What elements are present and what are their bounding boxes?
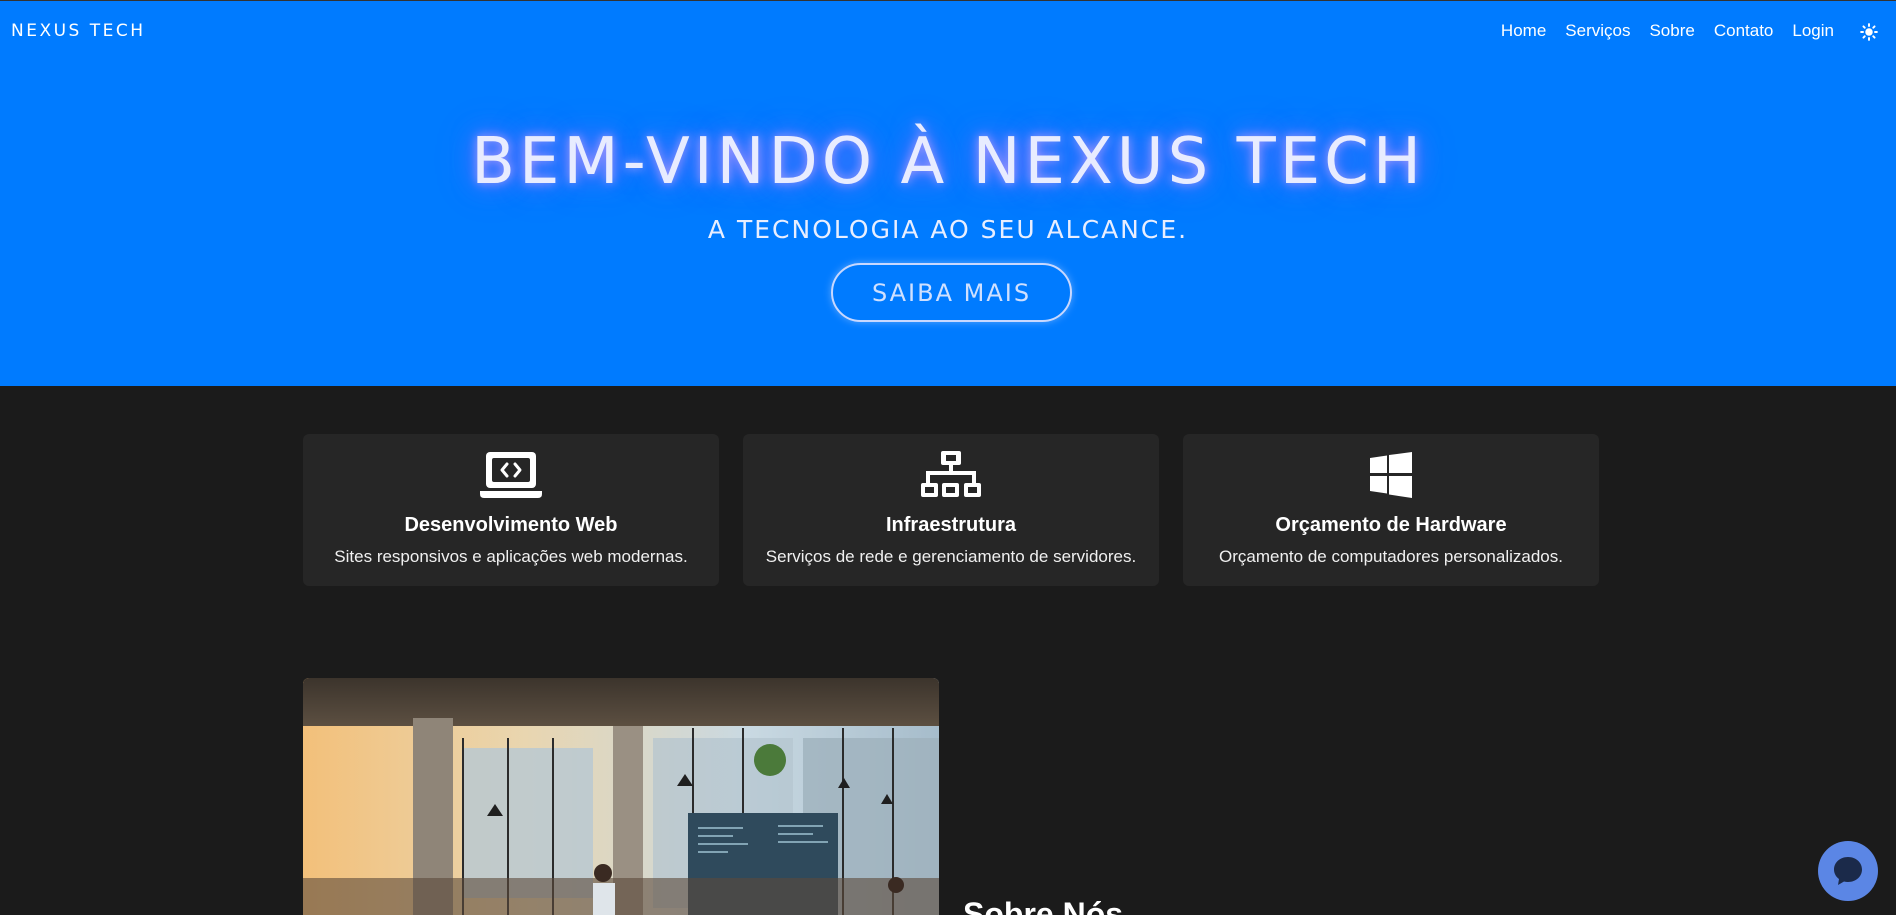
about-office-image xyxy=(303,678,939,915)
services-section: Desenvolvimento Web Sites responsivos e … xyxy=(303,434,1599,586)
service-description: Orçamento de computadores personalizados… xyxy=(1219,547,1563,566)
service-description: Serviços de rede e gerenciamento de serv… xyxy=(765,547,1137,566)
saiba-mais-button[interactable]: SAIBA MAIS xyxy=(831,263,1072,322)
nav-contato[interactable]: Contato xyxy=(1714,21,1774,41)
service-card-hardware[interactable]: Orçamento de Hardware Orçamento de compu… xyxy=(1183,434,1599,586)
hero-subtitle: A TECNOLOGIA AO SEU ALCANCE. xyxy=(707,215,1189,244)
nav-sobre[interactable]: Sobre xyxy=(1649,21,1694,41)
service-title: Orçamento de Hardware xyxy=(1275,514,1507,536)
sun-icon xyxy=(1860,23,1878,41)
hero-title: BEM-VINDO À NEXUS TECH xyxy=(471,125,1425,199)
service-card-web[interactable]: Desenvolvimento Web Sites responsivos e … xyxy=(303,434,719,586)
hero-section: NEXUS TECH Home Serviços Sobre Contato L… xyxy=(0,0,1896,386)
windows-icon xyxy=(1183,450,1599,500)
brand-logo[interactable]: NEXUS TECH xyxy=(11,21,146,41)
chat-icon xyxy=(1834,857,1862,885)
network-icon xyxy=(743,450,1159,500)
service-description: Sites responsivos e aplicações web moder… xyxy=(334,547,688,566)
nav-home[interactable]: Home xyxy=(1501,21,1546,41)
main-nav: Home Serviços Sobre Contato Login xyxy=(1501,21,1834,41)
nav-login[interactable]: Login xyxy=(1792,21,1834,41)
nav-servicos[interactable]: Serviços xyxy=(1565,21,1630,41)
service-card-infra[interactable]: Infraestrutura Serviços de rede e gerenc… xyxy=(743,434,1159,586)
theme-toggle-button[interactable] xyxy=(1858,21,1880,43)
service-title: Infraestrutura xyxy=(885,514,1017,536)
service-title: Desenvolvimento Web xyxy=(404,514,618,536)
chat-button[interactable] xyxy=(1818,841,1878,901)
laptop-code-icon xyxy=(303,450,719,500)
about-title: Sobre Nós xyxy=(963,896,1124,915)
